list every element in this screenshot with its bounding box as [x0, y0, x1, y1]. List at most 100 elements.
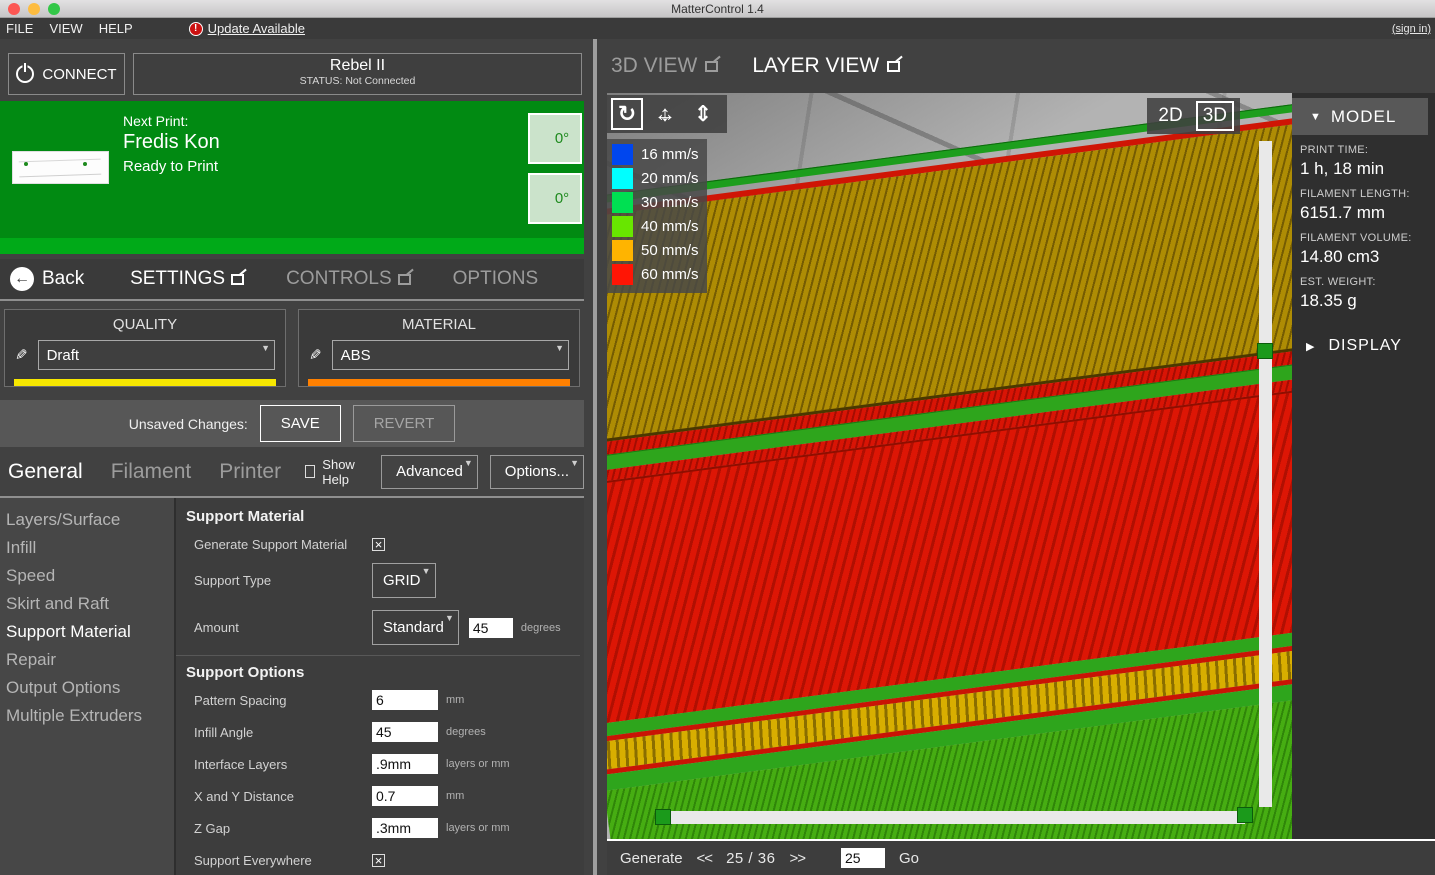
unsaved-changes-label: Unsaved Changes: — [129, 416, 248, 432]
save-button[interactable]: SAVE — [260, 405, 341, 442]
lift-view-button[interactable]: ⇕ — [687, 98, 719, 130]
amount-unit: degrees — [521, 622, 561, 634]
chevron-down-icon: ▼ — [570, 458, 579, 468]
view-toolbar: ↻ ⇕ — [607, 95, 727, 133]
pattern-spacing-input[interactable] — [372, 690, 438, 710]
menu-bar: FILE VIEW HELP ! Update Available (sign … — [0, 18, 1435, 39]
selection-handle[interactable] — [655, 809, 671, 825]
generate-support-checkbox[interactable] — [372, 538, 385, 551]
sidebar-item-repair[interactable]: Repair — [6, 646, 174, 674]
toggle-3d-button[interactable]: 3D — [1196, 101, 1234, 131]
print-thumbnail[interactable] — [12, 151, 109, 184]
printer-name: Rebel II — [134, 57, 581, 75]
legend-swatch — [612, 144, 633, 165]
menu-file[interactable]: FILE — [6, 21, 33, 36]
support-type-dropdown[interactable]: GRID ▼ — [372, 563, 436, 598]
selection-horizontal-bar[interactable] — [662, 811, 1245, 824]
generate-button[interactable]: Generate — [620, 850, 683, 867]
amount-dropdown[interactable]: Standard ▼ — [372, 610, 459, 645]
menu-help[interactable]: HELP — [99, 21, 133, 36]
update-available-link[interactable]: Update Available — [208, 21, 305, 36]
extruder-temperature[interactable]: 0° — [528, 113, 582, 164]
revert-button[interactable]: REVERT — [353, 405, 456, 442]
tab-general[interactable]: General — [8, 460, 83, 484]
previous-layer-button[interactable]: << — [697, 850, 713, 867]
amount-degrees-input[interactable] — [469, 618, 513, 638]
tab-printer[interactable]: Printer — [219, 460, 281, 484]
update-alert-icon: ! — [189, 22, 203, 36]
quality-dropdown[interactable]: Draft ▼ — [38, 340, 275, 370]
section-divider — [176, 655, 580, 656]
infill-angle-label: Infill Angle — [184, 725, 372, 740]
sidebar-item-support-material[interactable]: Support Material — [6, 618, 174, 646]
chevron-down-icon: ▼ — [1310, 111, 1321, 123]
bed-temperature[interactable]: 0° — [528, 173, 582, 224]
generate-support-label: Generate Support Material — [184, 537, 372, 552]
edit-material-icon[interactable]: ✎ — [309, 346, 322, 364]
tab-filament[interactable]: Filament — [111, 460, 192, 484]
printer-status: STATUS: Not Connected — [134, 75, 581, 87]
sidebar-item-multiple-extruders[interactable]: Multiple Extruders — [6, 702, 174, 730]
sidebar-item-output-options[interactable]: Output Options — [6, 674, 174, 702]
sidebar-item-skirt-and-raft[interactable]: Skirt and Raft — [6, 590, 174, 618]
back-button[interactable]: ← Back — [10, 267, 84, 291]
layer-navigation-bar: Generate << 25 / 36 >> Go — [607, 841, 1435, 875]
connect-button[interactable]: CONNECT — [8, 53, 125, 95]
printer-selector[interactable]: Rebel II STATUS: Not Connected — [133, 53, 582, 95]
edit-quality-icon[interactable]: ✎ — [15, 346, 28, 364]
xy-distance-input[interactable] — [372, 786, 438, 806]
speed-legend: 16 mm/s 20 mm/s 30 mm/s 40 mm/s — [607, 139, 707, 293]
print-time-stat: PRINT TIME: 1 h, 18 min — [1292, 144, 1435, 179]
layer-number-input[interactable] — [841, 848, 885, 868]
interface-layers-label: Interface Layers — [184, 757, 372, 772]
sign-in-link[interactable]: (sign in) — [1392, 23, 1431, 35]
selection-handle[interactable] — [1257, 343, 1273, 359]
material-label: MATERIAL — [309, 316, 569, 333]
tab-controls[interactable]: CONTROLS — [286, 268, 411, 290]
move-view-button[interactable] — [649, 98, 681, 130]
legend-row: 50 mm/s — [612, 240, 699, 261]
legend-row: 30 mm/s — [612, 192, 699, 213]
model-section-header[interactable]: ▼ MODEL — [1292, 98, 1428, 135]
infill-angle-input[interactable] — [372, 722, 438, 742]
display-section-header[interactable]: ▶ DISPLAY — [1292, 337, 1435, 355]
selection-vertical-bar[interactable] — [1259, 141, 1272, 807]
material-dropdown[interactable]: ABS ▼ — [332, 340, 569, 370]
layer-view-canvas[interactable]: ↻ ⇕ 2D 3D 16 mm/s 20 — [607, 93, 1292, 839]
advanced-dropdown[interactable]: Advanced ▼ — [381, 455, 478, 489]
chevron-down-icon: ▼ — [261, 343, 270, 353]
toggle-2d-button[interactable]: 2D — [1153, 103, 1187, 129]
selection-handle[interactable] — [1237, 807, 1253, 823]
rotate-view-button[interactable]: ↻ — [611, 98, 643, 130]
popout-icon — [398, 274, 411, 285]
xy-distance-label: X and Y Distance — [184, 789, 372, 804]
back-arrow-icon: ← — [10, 267, 34, 291]
sidebar-item-infill[interactable]: Infill — [6, 534, 174, 562]
options-dropdown[interactable]: Options... ▼ — [490, 455, 584, 489]
show-help-checkbox[interactable] — [305, 465, 315, 478]
support-everywhere-checkbox[interactable] — [372, 854, 385, 867]
move-icon — [654, 103, 676, 125]
sidebar-item-layers-surface[interactable]: Layers/Surface — [6, 506, 174, 534]
popout-icon — [231, 274, 244, 285]
support-settings-panel: Support Material Generate Support Materi… — [176, 498, 584, 875]
tab-settings[interactable]: SETTINGS — [130, 268, 244, 290]
chevron-down-icon: ▼ — [464, 458, 473, 468]
view-mode-toggle: 2D 3D — [1147, 98, 1240, 134]
next-print-label: Next Print: — [123, 113, 220, 129]
next-layer-button[interactable]: >> — [789, 850, 805, 867]
interface-layers-input[interactable] — [372, 754, 438, 774]
support-everywhere-label: Support Everywhere — [184, 853, 372, 868]
tab-layer-view[interactable]: LAYER VIEW — [752, 54, 900, 78]
sidebar-item-speed[interactable]: Speed — [6, 562, 174, 590]
next-print-panel: Next Print: Fredis Kon Ready to Print 0°… — [0, 101, 584, 254]
z-gap-input[interactable] — [372, 818, 438, 838]
go-button[interactable]: Go — [899, 850, 919, 867]
material-color-bar — [308, 379, 570, 386]
chevron-down-icon: ▼ — [555, 343, 564, 353]
connect-label: CONNECT — [42, 66, 116, 83]
menu-view[interactable]: VIEW — [49, 21, 82, 36]
quality-preset-box: QUALITY ✎ Draft ▼ — [4, 309, 286, 387]
tab-3d-view[interactable]: 3D VIEW — [611, 54, 718, 78]
tab-options[interactable]: OPTIONS — [453, 268, 539, 290]
